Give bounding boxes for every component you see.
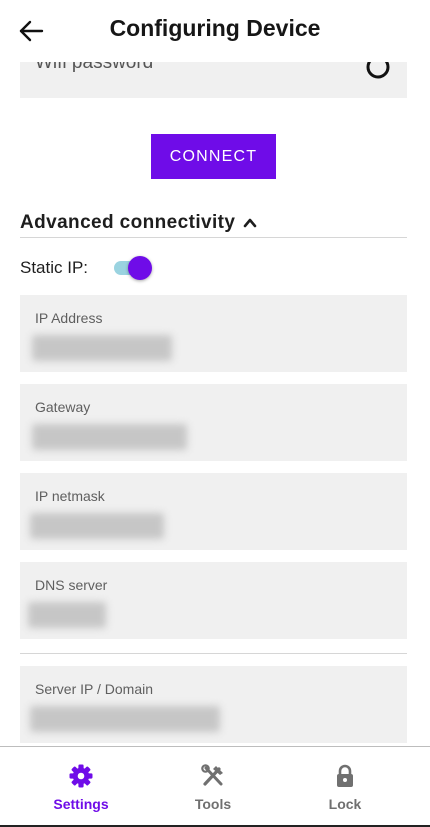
- bottom-navigation: Settings Tools Lock: [0, 746, 430, 827]
- app-header: Configuring Device: [0, 0, 430, 62]
- static-ip-switch[interactable]: [114, 254, 154, 282]
- settings-scroll-area[interactable]: Wifi password CONNECT Advanced connectiv…: [0, 0, 430, 746]
- gateway-label: Gateway: [35, 399, 91, 415]
- dns-server-label: DNS server: [35, 577, 108, 593]
- server-ip-domain-value-redacted: [30, 706, 220, 732]
- gateway-value-redacted: [32, 424, 187, 450]
- chevron-up-icon: [244, 218, 257, 228]
- lock-icon: [337, 764, 353, 787]
- tools-icon: [201, 764, 223, 786]
- nav-label-tools: Tools: [194, 796, 232, 812]
- nav-item-tools[interactable]: Tools: [158, 763, 268, 812]
- advanced-connectivity-toggle[interactable]: Advanced connectivity: [20, 208, 407, 238]
- ip-netmask-value-redacted: [30, 513, 164, 539]
- ip-address-field[interactable]: IP Address: [20, 295, 407, 372]
- advanced-connectivity-title: Advanced connectivity: [20, 212, 236, 233]
- static-ip-label: Static IP:: [20, 258, 89, 277]
- ip-netmask-field[interactable]: IP netmask: [20, 473, 407, 550]
- dns-server-value-redacted: [28, 602, 106, 628]
- ip-address-value-redacted: [32, 335, 172, 361]
- page-title: Configuring Device: [109, 15, 321, 41]
- switch-thumb: [128, 256, 153, 280]
- nav-label-lock: Lock: [328, 796, 362, 812]
- advanced-divider: [20, 237, 407, 238]
- ip-address-label: IP Address: [35, 310, 103, 326]
- nav-label-settings: Settings: [53, 796, 109, 812]
- gateway-field[interactable]: Gateway: [20, 384, 407, 461]
- ip-netmask-label: IP netmask: [35, 488, 105, 504]
- static-ip-row: Static IP:: [20, 254, 154, 282]
- server-divider: [20, 653, 407, 654]
- nav-item-lock[interactable]: Lock: [290, 763, 400, 812]
- server-ip-domain-label: Server IP / Domain: [35, 681, 154, 697]
- gear-icon: [69, 764, 93, 788]
- server-ip-domain-field[interactable]: Server IP / Domain: [20, 666, 407, 743]
- dns-server-field[interactable]: DNS server: [20, 562, 407, 639]
- nav-item-settings[interactable]: Settings: [26, 763, 136, 812]
- connect-button[interactable]: CONNECT: [151, 134, 276, 179]
